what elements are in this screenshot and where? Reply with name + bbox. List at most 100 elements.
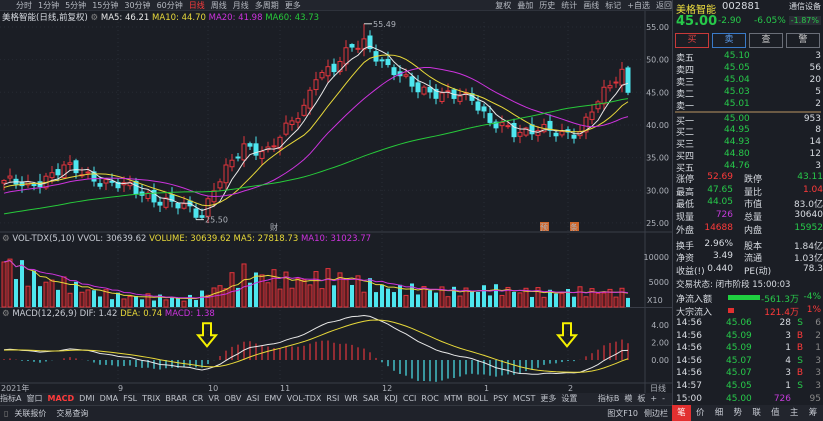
indicator-tab-9[interactable]: VR bbox=[208, 394, 219, 403]
indicator-tab-25[interactable]: 设置 bbox=[561, 394, 577, 403]
candle-down bbox=[109, 180, 115, 183]
indicator-tab-19[interactable]: ROC bbox=[421, 394, 438, 403]
indicator-tab-13[interactable]: VOL-TDX bbox=[287, 394, 322, 403]
price-tick-label: 35.00 bbox=[646, 154, 669, 163]
volume-bar bbox=[559, 293, 565, 308]
quote-tab-1[interactable]: 价 bbox=[691, 405, 710, 421]
quote-tab-5[interactable]: 值 bbox=[766, 405, 785, 421]
month-label: 2 bbox=[568, 384, 573, 393]
indicator-tab-1[interactable]: 窗口 bbox=[26, 394, 42, 403]
sector-name[interactable]: 通信设备 bbox=[789, 1, 821, 12]
sell-button[interactable]: 卖 bbox=[712, 33, 746, 48]
indicator-tab-17[interactable]: KDJ bbox=[384, 394, 398, 403]
indicator-right-1[interactable]: 模 bbox=[624, 394, 632, 403]
volume-bar bbox=[517, 292, 523, 308]
kline-chart[interactable]: 55.00 50.00 45.00 40.00 35.00 30.00 25.00 10000… bbox=[0, 0, 672, 393]
orderbook-row[interactable]: 卖一 45.01 2 bbox=[676, 99, 821, 112]
indicator-tab-14[interactable]: RSI bbox=[326, 394, 339, 403]
orderbook-row[interactable]: 卖五 45.10 3 bbox=[676, 51, 821, 64]
indicator-tab-18[interactable]: CCI bbox=[403, 394, 417, 403]
indicator-tab-8[interactable]: CR bbox=[192, 394, 203, 403]
stat-value: 43.11 bbox=[797, 172, 823, 182]
level-volume: 56 bbox=[809, 62, 821, 73]
indicator-right-2[interactable]: 板 bbox=[637, 394, 645, 403]
indicator-tab-20[interactable]: MTM bbox=[444, 394, 463, 403]
orderbook-row[interactable]: 卖三 45.04 20 bbox=[676, 75, 821, 88]
tick-count: 95 bbox=[809, 393, 821, 404]
status-link-1[interactable]: 交易查询 bbox=[56, 409, 88, 418]
quote-tab-6[interactable]: 主 bbox=[785, 405, 804, 421]
indicator-right-0[interactable]: 指标B bbox=[598, 394, 620, 403]
volume-bar bbox=[38, 286, 42, 307]
query-button[interactable]: 查 bbox=[749, 33, 783, 48]
indicator-tab-15[interactable]: WR bbox=[344, 394, 357, 403]
tick-price: 45.06 bbox=[726, 318, 752, 328]
candle-down bbox=[415, 82, 421, 93]
tick-time: 14:56 bbox=[676, 330, 702, 341]
price-tick-label: 50.00 bbox=[646, 56, 669, 65]
indicator-tab-0[interactable]: 指标A bbox=[0, 394, 21, 403]
candle-down bbox=[247, 143, 253, 147]
volume-bar bbox=[74, 281, 78, 307]
gear-icon[interactable]: ⚙ bbox=[2, 234, 10, 244]
quote-tab-0[interactable]: 笔 bbox=[672, 405, 691, 421]
orderbook-row[interactable]: 买一 45.00 953 bbox=[676, 114, 821, 127]
quote-tab-7[interactable]: 筹 bbox=[804, 405, 823, 421]
indicator-tab-5[interactable]: FSL bbox=[123, 394, 137, 403]
orderbook-row[interactable]: 卖四 45.05 56 bbox=[676, 62, 821, 76]
indicator-tab-4[interactable]: DMA bbox=[100, 394, 119, 403]
volume-bar bbox=[271, 269, 277, 308]
indicator-tab-2[interactable]: MACD bbox=[47, 394, 74, 403]
indicator-tab-10[interactable]: OBV bbox=[224, 394, 241, 403]
quote-tab-3[interactable]: 势 bbox=[728, 405, 747, 421]
tick-row: 14:56 45.07 4 S 3 bbox=[676, 356, 821, 368]
tick-volume: 726 bbox=[773, 393, 791, 404]
volume-bar bbox=[416, 294, 420, 307]
checkbox[interactable]: ▯ bbox=[4, 409, 8, 418]
volume-bar bbox=[313, 271, 319, 308]
indicator-tab-6[interactable]: TRIX bbox=[142, 394, 160, 403]
indicator-right-4[interactable]: - bbox=[662, 394, 665, 403]
alert-button[interactable]: 警 bbox=[786, 33, 820, 48]
volume-bar bbox=[457, 295, 463, 308]
tick-volume: 3 bbox=[785, 330, 791, 341]
status-link-0[interactable]: 关联报价 bbox=[14, 409, 46, 418]
buy-button[interactable]: 买 bbox=[675, 33, 709, 48]
event-marker: 预 bbox=[540, 222, 548, 232]
status-right-1[interactable]: 侧边栏 bbox=[644, 409, 668, 418]
indicator-tab-23[interactable]: MCST bbox=[513, 394, 535, 403]
indicator-tab-12[interactable]: EMV bbox=[264, 394, 281, 403]
stat-value: 0.440 bbox=[707, 263, 733, 274]
indicator-tab-11[interactable]: ASI bbox=[246, 394, 259, 403]
orderbook-row[interactable]: 买二 44.95 8 bbox=[676, 125, 821, 138]
indicator-tab-21[interactable]: BOLL bbox=[468, 394, 489, 403]
signal-arrow-icon bbox=[555, 322, 579, 348]
orderbook-row[interactable]: 买四 44.80 12 bbox=[676, 149, 821, 162]
indicator-tab-16[interactable]: SAR bbox=[363, 394, 379, 403]
indicator-tab-22[interactable]: PSY bbox=[493, 394, 508, 403]
tick-side: B bbox=[796, 343, 803, 354]
volume-bar bbox=[403, 294, 409, 308]
gear-icon[interactable]: ⚙ bbox=[2, 309, 10, 319]
flow-value: -561.3万 bbox=[760, 295, 799, 305]
candle-up bbox=[217, 181, 223, 189]
indicator-tab-3[interactable]: DMI bbox=[79, 394, 94, 403]
stat-value: 726 bbox=[715, 210, 733, 221]
quote-tab-2[interactable]: 细 bbox=[710, 405, 729, 421]
volume-bar bbox=[583, 296, 589, 308]
candle-down bbox=[625, 67, 631, 93]
volume-bar bbox=[541, 296, 547, 308]
orderbook-row[interactable]: 卖二 45.03 5 bbox=[676, 87, 821, 100]
stat-value: 78.3 bbox=[802, 263, 823, 274]
indicator-right-3[interactable]: + bbox=[650, 394, 657, 403]
status-right-0[interactable]: 图文F10 bbox=[607, 409, 638, 418]
dea-value: DEA: 0.74 bbox=[120, 309, 163, 319]
quote-tab-4[interactable]: 联 bbox=[747, 405, 766, 421]
orderbook-row[interactable]: 买三 44.93 14 bbox=[676, 137, 821, 150]
indicator-tab-7[interactable]: BRAR bbox=[165, 394, 187, 403]
indicator-tab-24[interactable]: 更多 bbox=[540, 394, 556, 403]
volume-bar bbox=[307, 284, 313, 308]
tick-row: 14:56 45.07 3 B 3 bbox=[676, 368, 821, 380]
flow-label: 净流入额 bbox=[676, 295, 713, 305]
flow-bar bbox=[728, 295, 761, 300]
